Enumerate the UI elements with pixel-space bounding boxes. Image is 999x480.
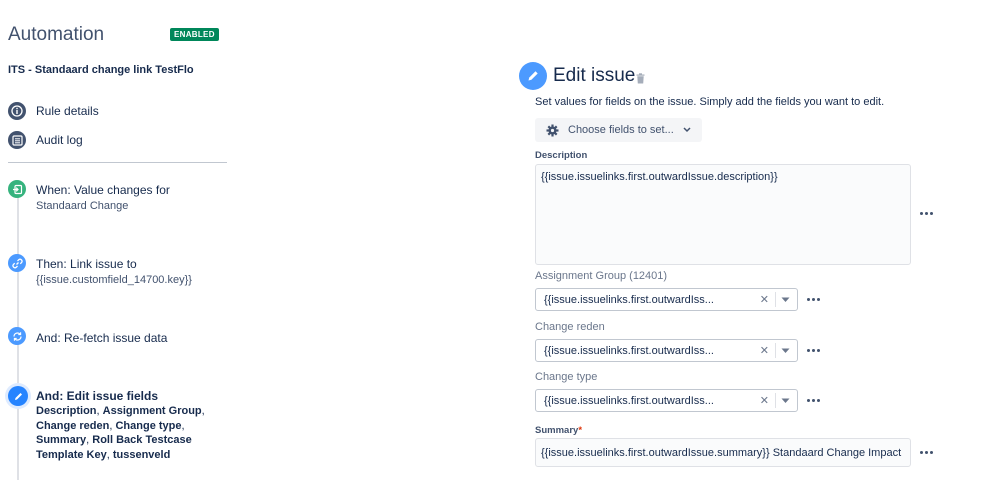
caret-down-icon[interactable] [781, 348, 790, 354]
more-icon[interactable] [807, 298, 820, 301]
list-icon [8, 131, 26, 149]
field-name: Description [36, 405, 97, 417]
assignment-group-select[interactable]: {{issue.issuelinks.first.outwardIss... ✕ [535, 288, 798, 311]
change-reden-label: Change reden [535, 321, 605, 333]
nav-item-label: Audit log [36, 133, 83, 147]
change-reden-select[interactable]: {{issue.issuelinks.first.outwardIss... ✕ [535, 339, 798, 362]
step-link[interactable]: Then: Link issue to {{issue.customfield_… [36, 256, 192, 288]
pencil-icon[interactable] [8, 386, 28, 406]
step-title: When: Value changes for [36, 183, 170, 197]
required-mark: * [578, 425, 583, 436]
caret-down-icon[interactable] [781, 398, 790, 404]
field-name: Assignment Group [102, 405, 202, 417]
step-title: Then: Link issue to [36, 257, 137, 271]
field-name: tussenveld [112, 448, 171, 461]
more-icon[interactable] [920, 212, 933, 215]
field-name: Summary [36, 434, 87, 446]
nav-item-rule-details[interactable]: Rule details [8, 102, 99, 120]
assignment-group-label: Assignment Group (12401) [535, 270, 668, 282]
clear-icon[interactable]: ✕ [760, 394, 769, 407]
info-icon [8, 102, 26, 120]
separator [775, 343, 776, 358]
description-field[interactable]: {{issue.issuelinks.first.outwardIssue.de… [535, 164, 911, 265]
rule-name: ITS - Standaard change link TestFlo [8, 64, 194, 76]
editor-subtitle: Set values for fields on the issue. Simp… [535, 96, 885, 108]
link-icon[interactable] [8, 254, 26, 272]
chevron-down-icon [683, 127, 691, 133]
field-name: Change type [115, 419, 182, 432]
divider [8, 162, 227, 163]
status-badge: ENABLED [170, 28, 219, 41]
step-edit[interactable]: And: Edit issue fields Description, Assi… [36, 389, 226, 462]
more-icon[interactable] [807, 349, 820, 352]
separator [775, 292, 776, 307]
clear-icon[interactable]: ✕ [760, 344, 769, 357]
step-trigger[interactable]: When: Value changes for Standaard Change [36, 182, 170, 214]
step-fields-list: Description, Assignment Group, Change re… [36, 405, 205, 461]
trigger-icon[interactable] [8, 180, 26, 198]
editor-title: Edit issue [553, 65, 636, 86]
more-icon[interactable] [807, 399, 820, 402]
step-detail: Standaard Change [36, 200, 129, 212]
select-value: {{issue.issuelinks.first.outwardIss... [544, 344, 714, 357]
caret-down-icon[interactable] [781, 297, 790, 303]
refresh-icon[interactable] [8, 327, 26, 345]
nav-item-label: Rule details [36, 104, 99, 118]
trash-icon[interactable] [636, 71, 645, 89]
summary-label: Summary* [535, 425, 582, 436]
description-label: Description [535, 150, 588, 161]
summary-label-text: Summary [535, 425, 579, 436]
nav-item-audit-log[interactable]: Audit log [8, 131, 83, 149]
separator [775, 393, 776, 408]
page-title: Automation [8, 24, 105, 45]
more-icon[interactable] [920, 451, 933, 454]
edit-icon [519, 62, 547, 90]
step-title: And: Edit issue fields [36, 389, 159, 403]
summary-field[interactable]: {{issue.issuelinks.first.outwardIssue.su… [535, 438, 911, 467]
clear-icon[interactable]: ✕ [760, 293, 769, 306]
select-value: {{issue.issuelinks.first.outwardIss... [544, 394, 714, 407]
step-detail: {{issue.customfield_14700.key}} [36, 274, 192, 286]
change-type-select[interactable]: {{issue.issuelinks.first.outwardIss... ✕ [535, 389, 798, 412]
select-value: {{issue.issuelinks.first.outwardIss... [544, 293, 714, 306]
gear-icon [546, 124, 559, 137]
choose-fields-label: Choose fields to set... [568, 124, 674, 136]
field-name: Change reden [36, 419, 110, 432]
choose-fields-button[interactable]: Choose fields to set... [535, 118, 702, 142]
step-refetch[interactable]: And: Re-fetch issue data [36, 330, 167, 346]
change-type-label: Change type [535, 371, 598, 383]
